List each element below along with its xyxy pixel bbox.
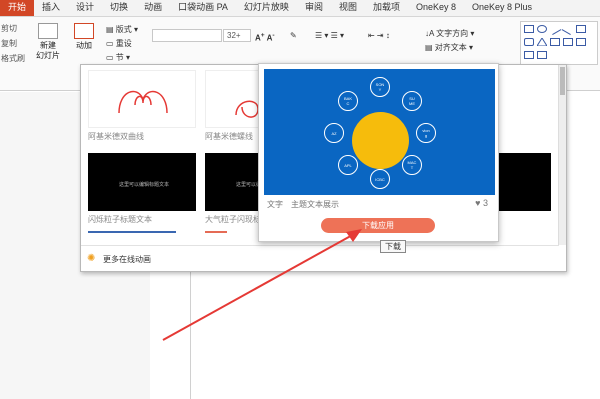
- annotation-arrow: [162, 229, 362, 341]
